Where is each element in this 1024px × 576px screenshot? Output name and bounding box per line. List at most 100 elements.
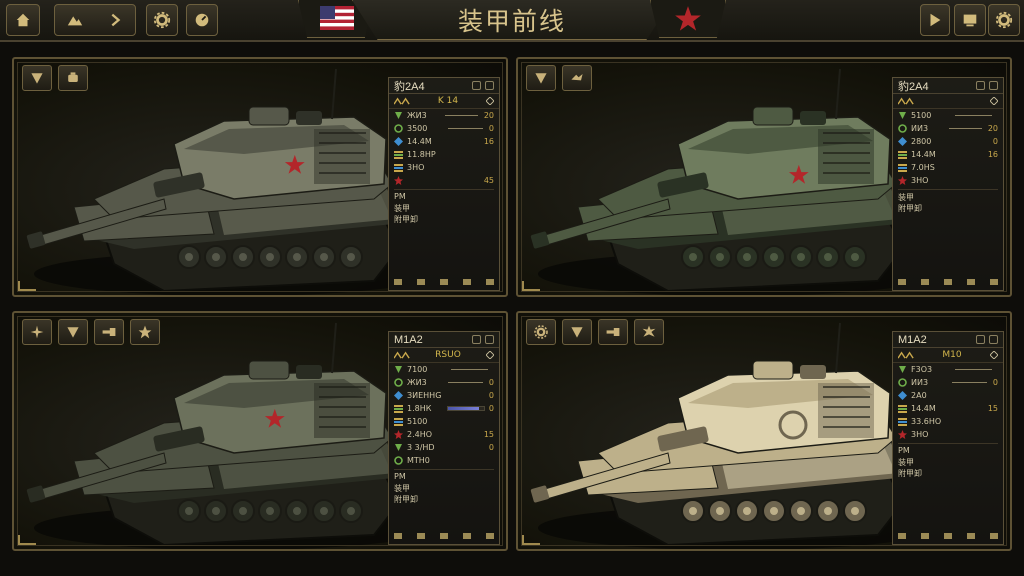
ammo-icon[interactable] (463, 279, 471, 285)
stat-foot-label: 装甲 (898, 193, 914, 202)
track-icon (571, 74, 583, 81)
ammo-icon[interactable] (944, 279, 952, 285)
tank-card-toolbar (22, 65, 88, 91)
ammo-icon[interactable] (944, 533, 952, 539)
stats-header-icons (472, 335, 494, 344)
ammo-icon[interactable] (921, 279, 929, 285)
play-button[interactable] (920, 4, 950, 36)
ammo-icon[interactable] (990, 279, 998, 285)
ammo-icon[interactable] (967, 279, 975, 285)
stat-icon (394, 378, 403, 387)
tank-stats-card: M1A2 RSUO 7100 ЖИ3 0 ЗИЕННG 0 1.8НК 0 51… (388, 331, 500, 545)
home-button[interactable] (6, 4, 40, 36)
stats-header-icons (472, 81, 494, 90)
tank-model[interactable] (518, 313, 918, 551)
us-flag-icon[interactable] (320, 6, 354, 30)
gear-icon (534, 325, 548, 339)
stat-icon (394, 176, 403, 185)
monitor-button[interactable] (954, 4, 986, 36)
ammo-icon[interactable] (440, 533, 448, 539)
stat-row: 3 3/HD 0 (389, 441, 499, 454)
ammo-icon[interactable] (486, 279, 494, 285)
ammo-icon[interactable] (898, 279, 906, 285)
tool-button[interactable] (130, 319, 160, 345)
tank-card[interactable]: M1A2 M10 F3O3 ИИ3 0 2A0 14.4M 15 33.6HO … (516, 311, 1012, 551)
tank-model[interactable] (14, 59, 414, 297)
tank-model[interactable] (14, 313, 414, 551)
close-icon[interactable] (485, 81, 494, 90)
expand-icon[interactable] (976, 335, 985, 344)
tank-name: 豹2A4 (394, 80, 425, 93)
top-bar: 装甲前线 (0, 0, 1024, 42)
ammo-icon[interactable] (898, 533, 906, 539)
home-icon (16, 13, 30, 27)
stat-icon (898, 378, 907, 387)
class-row (893, 94, 1003, 109)
corner-ornament (18, 281, 36, 291)
stat-icon (394, 418, 403, 426)
red-star-icon[interactable] (674, 5, 702, 33)
close-icon[interactable] (485, 335, 494, 344)
tool-button[interactable] (94, 319, 124, 345)
tool-button[interactable] (562, 65, 592, 91)
stat-row: 11.8НР (389, 148, 499, 161)
stat-icon (898, 391, 907, 400)
tank-name: M1A2 (394, 333, 423, 346)
ammo-icon[interactable] (394, 533, 402, 539)
stat-arrow (954, 115, 992, 116)
stat-foot-label: 附甲卸 (898, 469, 922, 478)
tool-button[interactable] (634, 319, 664, 345)
expand-icon[interactable] (472, 81, 481, 90)
ammo-icon[interactable] (921, 533, 929, 539)
stat-arrow (951, 382, 987, 383)
stat-label: 5100 (407, 417, 428, 426)
gauge-button[interactable] (186, 4, 218, 36)
tool-button[interactable] (58, 65, 88, 91)
stat-arrow (450, 369, 488, 370)
ammo-icon[interactable] (417, 279, 425, 285)
stat-arrow (447, 128, 483, 129)
tank-card-toolbar (22, 319, 160, 345)
tool-button[interactable] (22, 65, 52, 91)
tool-button[interactable] (526, 319, 556, 345)
tank-card[interactable]: M1A2 RSUO 7100 ЖИ3 0 ЗИЕННG 0 1.8НК 0 51… (12, 311, 508, 551)
ammo-icon[interactable] (463, 533, 471, 539)
nav-group[interactable] (54, 4, 136, 36)
stat-icon (394, 137, 403, 146)
tool-button[interactable] (22, 319, 52, 345)
tool-button[interactable] (598, 319, 628, 345)
close-icon[interactable] (989, 335, 998, 344)
tank-card[interactable]: 豹2A4 K 14 ЖИ3 20 3500 0 14.4M 16 11.8НР … (12, 57, 508, 297)
ammo-icon[interactable] (486, 533, 494, 539)
stat-arrow (447, 382, 483, 383)
armor-icon (67, 327, 79, 338)
stat-icon (898, 151, 907, 159)
stat-icon (394, 151, 403, 159)
stat-label: ЖИ3 (407, 378, 427, 387)
stat-value: 16 (987, 150, 998, 159)
tool-button[interactable] (58, 319, 88, 345)
stat-label: 3HO (407, 163, 425, 172)
stat-label: 2.4HO (407, 430, 433, 439)
tank-card[interactable]: 豹2A4 5100 ИИ3 20 2800 0 14.4M 16 7.0HS 3… (516, 57, 1012, 297)
ammo-icon[interactable] (990, 533, 998, 539)
ammo-icon[interactable] (440, 279, 448, 285)
settings-button[interactable] (146, 4, 178, 36)
expand-icon[interactable] (976, 81, 985, 90)
divider (898, 189, 998, 190)
stat-icon (394, 391, 403, 400)
stat-icon (394, 164, 403, 172)
close-icon[interactable] (989, 81, 998, 90)
tool-button[interactable] (562, 319, 592, 345)
options-button[interactable] (988, 4, 1020, 36)
stat-icon (395, 366, 402, 373)
stat-label: 5100 (911, 111, 932, 120)
tool-button[interactable] (526, 65, 556, 91)
tank-model[interactable] (518, 59, 918, 297)
ammo-icon[interactable] (417, 533, 425, 539)
ammo-icon[interactable] (394, 279, 402, 285)
ammo-icon[interactable] (967, 533, 975, 539)
expand-icon[interactable] (472, 335, 481, 344)
stat-icon (395, 444, 402, 451)
class-label: K 14 (437, 96, 459, 106)
